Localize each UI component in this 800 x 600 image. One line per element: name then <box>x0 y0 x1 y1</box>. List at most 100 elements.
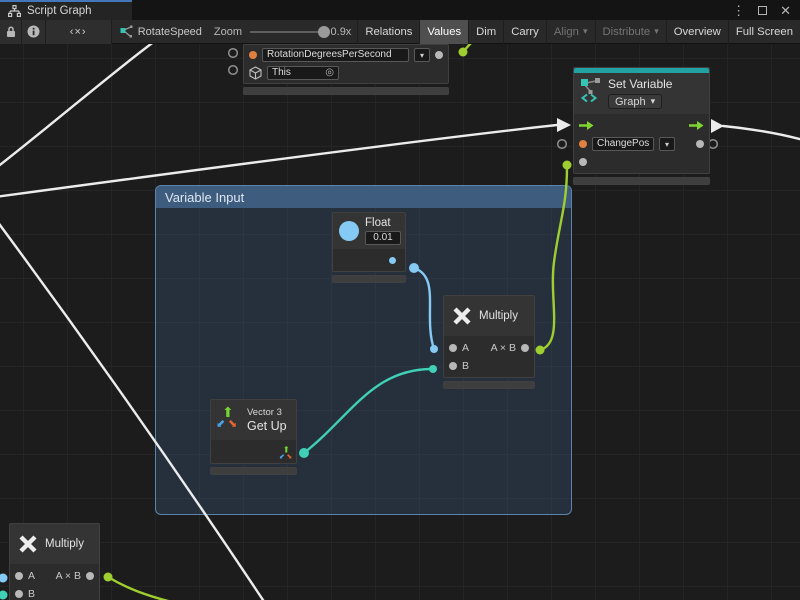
input-value-port[interactable] <box>696 140 704 148</box>
lock-button[interactable] <box>0 20 22 44</box>
wire-cap <box>563 161 572 170</box>
toolbar-button-distribute[interactable]: Distribute ▾ <box>595 20 666 44</box>
input-a-port[interactable] <box>449 344 457 352</box>
cube-icon <box>249 66 262 80</box>
variable-name-port[interactable] <box>249 51 257 59</box>
result-label: A × B <box>56 570 81 582</box>
node-footer <box>443 381 535 389</box>
toolbar-button-relations[interactable]: Relations <box>357 20 419 44</box>
wire-multiply2-output[interactable] <box>108 577 172 600</box>
multiply-icon <box>451 305 473 327</box>
control-flow-row <box>574 116 709 135</box>
multiply-row-a: A A × B <box>444 339 534 357</box>
wire-control-out-of-set-variable[interactable] <box>723 126 800 140</box>
toolbar-button-overview[interactable]: Overview <box>666 20 728 44</box>
group-title: Variable Input <box>165 190 244 205</box>
source-object-field[interactable]: This ◎ <box>267 66 339 80</box>
getvar-source-row: This ◎ <box>244 64 448 82</box>
variable-name-port[interactable] <box>579 140 587 148</box>
wire-cap <box>459 48 468 57</box>
zoom-label: Zoom <box>214 26 242 38</box>
node-footer <box>332 275 406 283</box>
output-port[interactable] <box>435 51 443 59</box>
multiply-row-a: A A × B <box>10 567 99 585</box>
input-a-label: A <box>462 342 469 354</box>
toolbar-button-carry[interactable]: Carry <box>503 20 546 44</box>
wire-control-top-left[interactable] <box>0 41 155 168</box>
result-port[interactable] <box>86 572 94 580</box>
wire-cap <box>0 591 8 600</box>
getup-output-row: ⬆ ⬋ ⬊ <box>211 440 296 463</box>
unity-script-graph-window: Variable Input <box>0 0 800 600</box>
node-multiply-2[interactable]: Multiply A A × B B <box>9 523 100 600</box>
close-icon[interactable]: ✕ <box>780 4 791 17</box>
chevron-down-icon: ▾ <box>665 140 669 149</box>
node-footer <box>573 177 710 185</box>
node-multiply[interactable]: Multiply A A × B B <box>443 295 535 389</box>
node-title: Float <box>365 217 391 229</box>
vector3-icon: ⬆ ⬋ ⬊ <box>217 408 241 433</box>
node-title: Set Variable <box>608 77 672 91</box>
wire-cap <box>0 574 8 583</box>
node-footer <box>210 467 297 475</box>
variable-dropdown-button[interactable]: ▾ <box>659 137 675 151</box>
graph-icon <box>8 5 21 18</box>
node-title: Multiply <box>45 538 84 550</box>
wire-arrowhead-out <box>711 119 724 133</box>
variable-name-field[interactable]: ChangePos <box>592 137 654 151</box>
float-output-port[interactable] <box>389 257 396 264</box>
set-variable-icon <box>580 77 602 103</box>
tab-script-graph[interactable]: Script Graph <box>0 0 132 20</box>
toolbar-button-dim[interactable]: Dim <box>468 20 503 44</box>
chevron-down-icon: ▾ <box>651 97 656 106</box>
input-b-port[interactable] <box>15 590 23 598</box>
input-b-port[interactable] <box>449 362 457 370</box>
code-icon: ‹×› <box>70 26 87 38</box>
breadcrumb[interactable]: RotateSpeed <box>120 25 202 38</box>
node-title: Multiply <box>479 310 518 322</box>
more-menu-icon[interactable]: ⋮ <box>732 4 745 17</box>
control-output-port[interactable] <box>689 120 704 131</box>
multiply-row-b: B <box>444 357 534 375</box>
zoom-slider-handle[interactable] <box>318 26 330 38</box>
zoom-slider[interactable] <box>250 26 322 38</box>
input-a-port[interactable] <box>15 572 23 580</box>
result-label: A × B <box>491 342 516 354</box>
graph-toolbar: ‹×› RotateSpeed Zoom 0.9x Relations Valu… <box>0 20 800 44</box>
control-input-port[interactable] <box>579 120 594 131</box>
zoom-value: 0.9x <box>331 26 352 38</box>
wire-offscreen-to-multiply2-b[interactable] <box>0 596 2 598</box>
multiply-row-b: B <box>10 585 99 600</box>
variable-name-field[interactable]: RotationDegreesPerSecond <box>262 48 409 62</box>
result-port[interactable] <box>521 344 529 352</box>
toolbar-button-align[interactable]: Align ▾ <box>546 20 595 44</box>
toolbar-button-values[interactable]: Values <box>419 20 468 44</box>
variable-dropdown-button[interactable]: ▾ <box>414 48 430 62</box>
node-vector3-get-up[interactable]: ⬆ ⬋ ⬊ Vector 3 Get Up ⬆ ⬋ ⬊ <box>210 399 297 475</box>
float-value-input[interactable]: 0.01 <box>365 231 401 245</box>
node-float-literal[interactable]: Float 0.01 <box>332 212 406 283</box>
value-port[interactable] <box>579 158 587 166</box>
graph-canvas[interactable]: Variable Input <box>0 0 800 600</box>
port-hollow[interactable] <box>229 49 238 58</box>
toolbar-button-full-screen[interactable]: Full Screen <box>728 20 800 44</box>
wire-offscreen-to-multiply2-a[interactable] <box>0 579 2 581</box>
port-hollow[interactable] <box>229 66 238 75</box>
float-type-icon <box>339 221 359 241</box>
input-a-label: A <box>28 570 35 582</box>
group-header[interactable]: Variable Input <box>156 186 571 208</box>
multiply-icon <box>17 533 39 555</box>
variable-scope-dropdown[interactable]: Graph ▾ <box>608 94 662 109</box>
info-icon <box>27 25 40 38</box>
object-picker-icon[interactable]: ◎ <box>325 67 334 79</box>
code-preview-button[interactable]: ‹×› <box>46 20 112 44</box>
port-hollow[interactable] <box>558 140 567 149</box>
vector3-output-port[interactable]: ⬆ ⬋ ⬊ <box>280 447 289 456</box>
node-type-label: Vector 3 <box>247 407 287 418</box>
maximize-icon[interactable] <box>758 6 767 15</box>
node-get-variable[interactable]: RotationDegreesPerSecond ▾ This ◎ <box>243 44 449 95</box>
chevron-down-icon: ▾ <box>654 27 659 36</box>
graph-node-icon <box>120 25 133 38</box>
node-set-variable[interactable]: Set Variable Graph ▾ <box>573 67 710 185</box>
info-button[interactable] <box>22 20 45 44</box>
